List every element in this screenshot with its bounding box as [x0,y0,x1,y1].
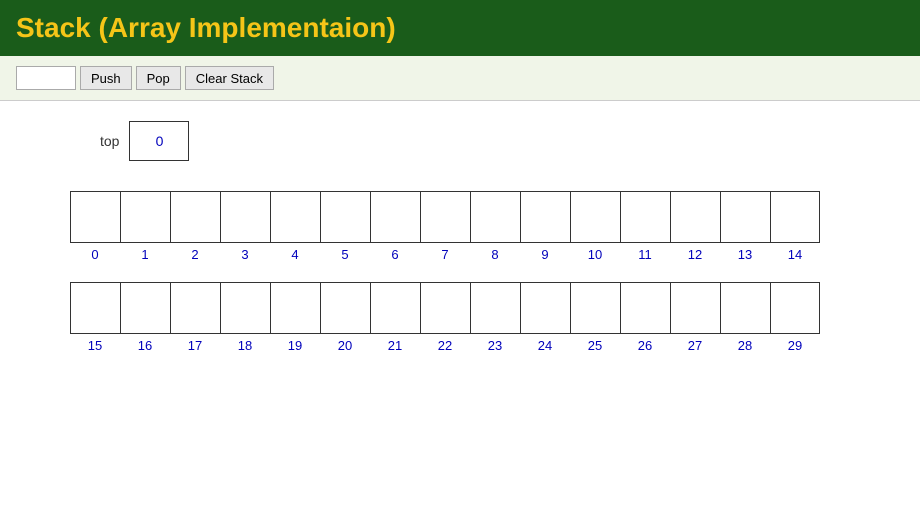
top-label: top [100,133,119,149]
array-cell [221,283,271,333]
array-index-label: 5 [320,247,370,262]
array-index-label: 2 [170,247,220,262]
main-content: top 0 01234567891011121314 1516171819202… [0,101,920,383]
array-index-label: 13 [720,247,770,262]
top-indicator: top 0 [100,121,880,161]
array-index-label: 15 [70,338,120,353]
array-cell [571,192,621,242]
array-index-label: 4 [270,247,320,262]
array-cell [521,192,571,242]
array-cells-row1 [70,191,820,243]
array-labels-row2: 151617181920212223242526272829 [70,338,820,353]
array-index-label: 8 [470,247,520,262]
array-cell [371,283,421,333]
array-index-label: 27 [670,338,720,353]
pop-button[interactable]: Pop [136,66,181,90]
array-cell [671,283,721,333]
array-cell [471,192,521,242]
array-index-label: 29 [770,338,820,353]
array-row-1: 01234567891011121314 [40,191,880,262]
push-button[interactable]: Push [80,66,132,90]
array-cell [571,283,621,333]
array-cell [321,192,371,242]
array-labels-row1: 01234567891011121314 [70,247,820,262]
array-cell [521,283,571,333]
array-index-label: 6 [370,247,420,262]
array-cells-row2 [70,282,820,334]
array-cell [621,192,671,242]
array-cell [221,192,271,242]
array-index-label: 17 [170,338,220,353]
array-index-label: 26 [620,338,670,353]
array-index-label: 23 [470,338,520,353]
array-index-label: 21 [370,338,420,353]
array-index-label: 0 [70,247,120,262]
array-index-label: 11 [620,247,670,262]
array-cell [771,283,821,333]
array-cell [121,283,171,333]
array-index-label: 24 [520,338,570,353]
array-index-label: 9 [520,247,570,262]
array-cell [171,192,221,242]
array-index-label: 25 [570,338,620,353]
array-cell [721,283,771,333]
app-header: Stack (Array Implementaion) [0,0,920,56]
array-cell [421,283,471,333]
array-index-label: 1 [120,247,170,262]
array-cell [621,283,671,333]
array-index-label: 7 [420,247,470,262]
array-index-label: 12 [670,247,720,262]
push-input[interactable] [16,66,76,90]
array-index-label: 18 [220,338,270,353]
array-cell [171,283,221,333]
array-cell [321,283,371,333]
array-cell [671,192,721,242]
clear-stack-button[interactable]: Clear Stack [185,66,274,90]
array-index-label: 10 [570,247,620,262]
toolbar: Push Pop Clear Stack [0,56,920,101]
array-index-label: 19 [270,338,320,353]
array-index-label: 28 [720,338,770,353]
array-index-label: 22 [420,338,470,353]
array-index-label: 14 [770,247,820,262]
array-cell [271,192,321,242]
array-cell [271,283,321,333]
array-index-label: 16 [120,338,170,353]
array-cell [121,192,171,242]
array-index-label: 20 [320,338,370,353]
array-index-label: 3 [220,247,270,262]
array-cell [421,192,471,242]
array-cell [371,192,421,242]
page-title: Stack (Array Implementaion) [16,12,904,44]
array-cell [721,192,771,242]
array-cell [71,192,121,242]
array-cell [771,192,821,242]
array-cell [471,283,521,333]
array-cell [71,283,121,333]
array-row-2: 151617181920212223242526272829 [40,282,880,353]
top-value-box: 0 [129,121,189,161]
